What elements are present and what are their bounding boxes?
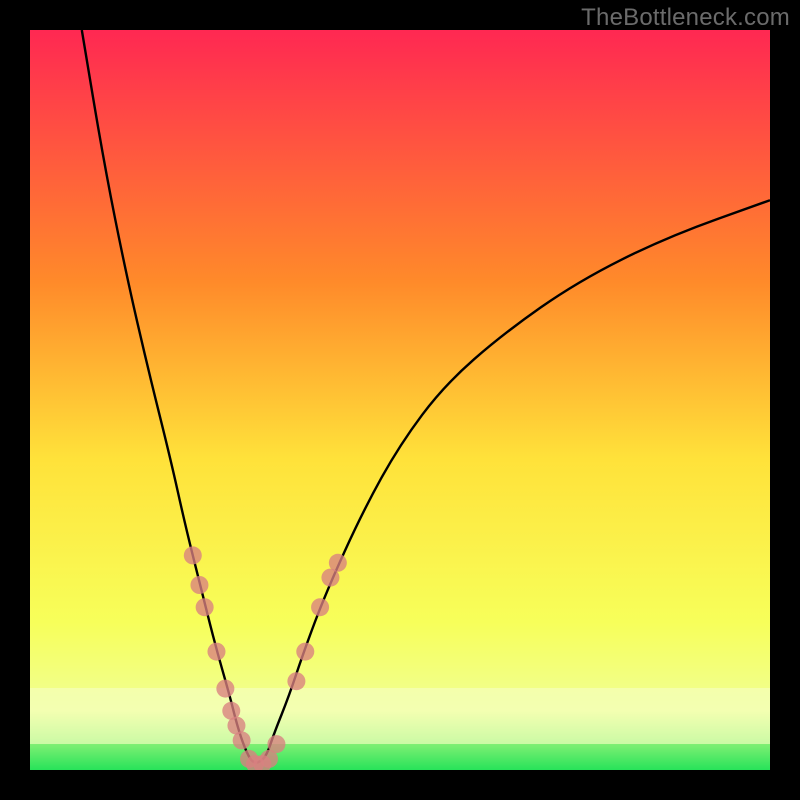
data-marker bbox=[267, 735, 285, 753]
data-marker bbox=[329, 554, 347, 572]
bottleneck-chart bbox=[0, 0, 800, 800]
data-marker bbox=[233, 731, 251, 749]
data-marker bbox=[311, 598, 329, 616]
data-marker bbox=[196, 598, 214, 616]
plot-background bbox=[30, 30, 770, 770]
data-marker bbox=[287, 672, 305, 690]
data-marker bbox=[207, 643, 225, 661]
chart-frame: TheBottleneck.com bbox=[0, 0, 800, 800]
pale-band bbox=[30, 688, 770, 744]
watermark-label: TheBottleneck.com bbox=[581, 4, 790, 32]
data-marker bbox=[296, 643, 314, 661]
data-marker bbox=[216, 680, 234, 698]
data-marker bbox=[190, 576, 208, 594]
data-marker bbox=[184, 546, 202, 564]
